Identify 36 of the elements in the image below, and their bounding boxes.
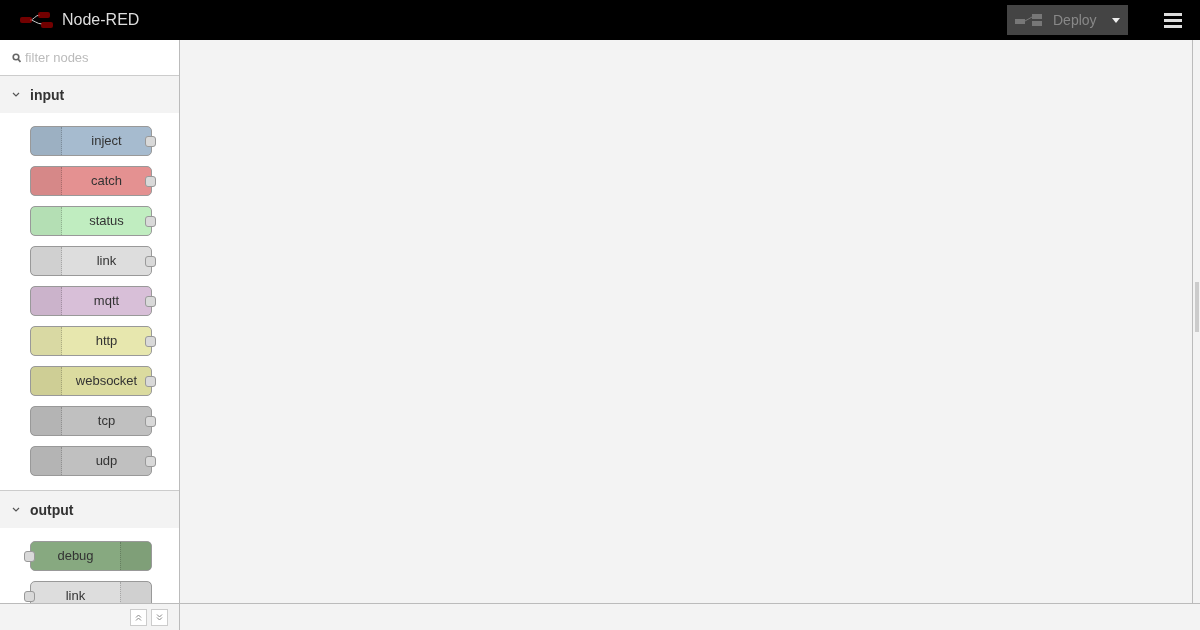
flow-icon xyxy=(1015,13,1043,27)
menu-icon[interactable] xyxy=(1164,12,1182,28)
node-port xyxy=(145,336,156,347)
node-port xyxy=(145,456,156,467)
palette-node[interactable]: status xyxy=(30,206,152,236)
node-port xyxy=(145,296,156,307)
sidebar-handle[interactable] xyxy=(1194,281,1199,332)
category-header[interactable]: output xyxy=(0,491,179,528)
palette-node[interactable]: inject xyxy=(30,126,152,156)
palette-node[interactable]: http xyxy=(30,326,152,356)
caret-icon xyxy=(1112,17,1120,23)
node-port xyxy=(145,416,156,427)
search-icon xyxy=(12,52,21,63)
node-port xyxy=(145,216,156,227)
palette-node[interactable]: debug xyxy=(30,541,152,571)
palette-node[interactable]: udp xyxy=(30,446,152,476)
node-port xyxy=(145,256,156,267)
palette-node[interactable]: tcp xyxy=(30,406,152,436)
node-port xyxy=(24,591,35,602)
double-down-icon xyxy=(156,613,163,621)
category-header[interactable]: input xyxy=(0,76,179,113)
expand-all-button[interactable] xyxy=(151,608,168,626)
node-port xyxy=(145,376,156,387)
node-port xyxy=(145,136,156,147)
node-port xyxy=(145,176,156,187)
double-up-icon xyxy=(135,613,142,621)
workspace-canvas[interactable] xyxy=(180,40,1200,603)
node-port xyxy=(24,551,35,562)
app-title: Node-RED xyxy=(62,11,140,29)
palette-node[interactable]: catch xyxy=(30,166,152,196)
palette-node[interactable]: link xyxy=(30,581,152,603)
palette-node[interactable]: mqtt xyxy=(30,286,152,316)
collapse-all-button[interactable] xyxy=(130,608,147,626)
logo-icon xyxy=(20,12,54,28)
palette-node[interactable]: websocket xyxy=(30,366,152,396)
palette-node[interactable]: link xyxy=(30,246,152,276)
